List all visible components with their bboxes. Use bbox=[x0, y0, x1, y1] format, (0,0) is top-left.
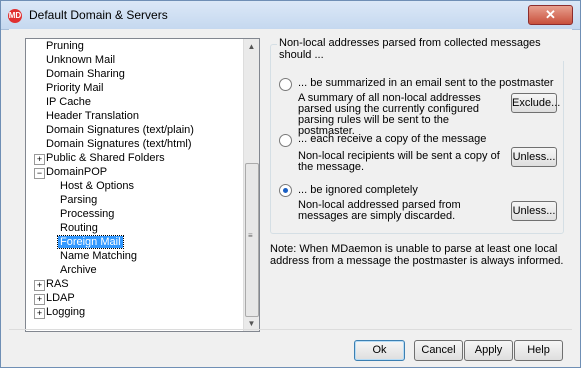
group-label: Non-local addresses parsed from collecte… bbox=[277, 37, 564, 61]
unless-button-ignore[interactable]: Unless... bbox=[511, 201, 557, 221]
tree-item-archive[interactable]: Archive bbox=[60, 263, 97, 277]
tree-item-domain-signatures-html[interactable]: Domain Signatures (text/html) bbox=[46, 137, 192, 151]
tree-item-label: DomainPOP bbox=[46, 166, 108, 178]
tree-item-ldap[interactable]: LDAP bbox=[46, 291, 75, 305]
ok-button[interactable]: Ok bbox=[354, 340, 405, 361]
tree-item-label: Parsing bbox=[60, 194, 98, 206]
plus-expander-icon[interactable]: + bbox=[34, 308, 45, 319]
tree-item-host-options[interactable]: Host & Options bbox=[60, 179, 134, 193]
tree-item-domain-signatures-plain[interactable]: Domain Signatures (text/plain) bbox=[46, 123, 194, 137]
cancel-button[interactable]: Cancel bbox=[414, 340, 463, 361]
ignore-description: Non-local addressed parsed from messages… bbox=[298, 199, 461, 222]
help-button[interactable]: Help bbox=[514, 340, 563, 361]
tree-item-domain-sharing[interactable]: Domain Sharing bbox=[46, 67, 125, 81]
tree-item-label: Unknown Mail bbox=[46, 54, 116, 66]
tree-item-label: IP Cache bbox=[46, 96, 92, 108]
foreign-mail-panel: Non-local addresses parsed from collecte… bbox=[270, 37, 564, 234]
tree-item-label: Public & Shared Folders bbox=[46, 152, 165, 164]
tree-item-label: Host & Options bbox=[60, 180, 134, 192]
plus-expander-icon[interactable]: + bbox=[34, 154, 45, 165]
tree-item-unknown-mail[interactable]: Unknown Mail bbox=[46, 53, 115, 67]
unless-button-copy[interactable]: Unless... bbox=[511, 147, 557, 167]
tree-item-processing[interactable]: Processing bbox=[60, 207, 114, 221]
settings-tree[interactable]: Pruning Unknown Mail Domain Sharing Prio… bbox=[25, 38, 260, 332]
ignore-radio[interactable] bbox=[279, 184, 292, 197]
tree-item-foreign-mail[interactable]: Foreign Mail bbox=[57, 235, 124, 249]
tree-item-public-shared-folders[interactable]: Public & Shared Folders bbox=[46, 151, 165, 165]
tree-item-label: Name Matching bbox=[60, 250, 138, 262]
tree-item-label: Archive bbox=[60, 264, 97, 276]
tree-item-pruning[interactable]: Pruning bbox=[46, 39, 84, 53]
tree-item-label: Domain Signatures (text/plain) bbox=[46, 124, 194, 136]
summarize-description: A summary of all non-local addresses par… bbox=[298, 92, 481, 137]
tree-item-label: Processing bbox=[60, 208, 115, 220]
dialog-client-area: Pruning Unknown Mail Domain Sharing Prio… bbox=[9, 29, 572, 361]
tree-item-label: Domain Sharing bbox=[46, 68, 125, 80]
exclude-button[interactable]: Exclude... bbox=[511, 93, 560, 113]
summarize-radio[interactable] bbox=[279, 78, 292, 91]
tree-item-header-translation[interactable]: Header Translation bbox=[46, 109, 139, 123]
plus-expander-icon[interactable]: + bbox=[34, 294, 45, 305]
mdaemon-app-icon: MD bbox=[8, 9, 22, 23]
tree-item-domainpop[interactable]: DomainPOP bbox=[46, 165, 107, 179]
close-button[interactable]: ✕ bbox=[528, 5, 573, 25]
tree-item-priority-mail[interactable]: Priority Mail bbox=[46, 81, 103, 95]
tree-item-ip-cache[interactable]: IP Cache bbox=[46, 95, 91, 109]
tree-item-label-selected: Foreign Mail bbox=[57, 235, 124, 249]
tree-item-ras[interactable]: RAS bbox=[46, 277, 69, 291]
tree-item-label: Pruning bbox=[46, 40, 84, 52]
dialog-window: MD Default Domain & Servers ✕ Pruning Un… bbox=[0, 0, 581, 368]
title-bar[interactable]: MD Default Domain & Servers ✕ bbox=[1, 1, 580, 30]
summarize-option-label[interactable]: ... be summarized in an email sent to th… bbox=[298, 77, 554, 89]
ignore-option-label[interactable]: ... be ignored completely bbox=[298, 184, 418, 196]
scroll-thumb[interactable]: ≡ bbox=[245, 163, 259, 317]
scroll-grip-icon: ≡ bbox=[248, 231, 253, 240]
tree-item-logging[interactable]: Logging bbox=[46, 305, 85, 319]
footer-divider bbox=[9, 329, 572, 330]
tree-item-label: Priority Mail bbox=[46, 82, 104, 94]
copy-radio[interactable] bbox=[279, 134, 292, 147]
tree-item-label: Domain Signatures (text/html) bbox=[46, 138, 192, 150]
copy-option-label[interactable]: ... each receive a copy of the message bbox=[298, 133, 486, 145]
tree-item-routing[interactable]: Routing bbox=[60, 221, 98, 235]
tree-item-label: RAS bbox=[46, 278, 69, 290]
tree-item-name-matching[interactable]: Name Matching bbox=[60, 249, 137, 263]
plus-expander-icon[interactable]: + bbox=[34, 280, 45, 291]
tree-item-label: Header Translation bbox=[46, 110, 139, 122]
postmaster-note: Note: When MDaemon is unable to parse at… bbox=[270, 243, 564, 267]
copy-description: Non-local recipients will be sent a copy… bbox=[298, 150, 500, 173]
tree-item-label: LDAP bbox=[46, 292, 75, 304]
tree-item-label: Logging bbox=[46, 306, 86, 318]
scroll-up-arrow-icon[interactable]: ▲ bbox=[244, 39, 259, 54]
apply-button[interactable]: Apply bbox=[464, 340, 513, 361]
window-title: Default Domain & Servers bbox=[29, 8, 168, 22]
minus-expander-icon[interactable]: − bbox=[34, 168, 45, 179]
close-icon: ✕ bbox=[545, 7, 556, 22]
tree-item-parsing[interactable]: Parsing bbox=[60, 193, 97, 207]
tree-scrollbar[interactable]: ▲ ≡ ▼ bbox=[243, 39, 259, 331]
tree-item-label: Routing bbox=[60, 222, 98, 234]
